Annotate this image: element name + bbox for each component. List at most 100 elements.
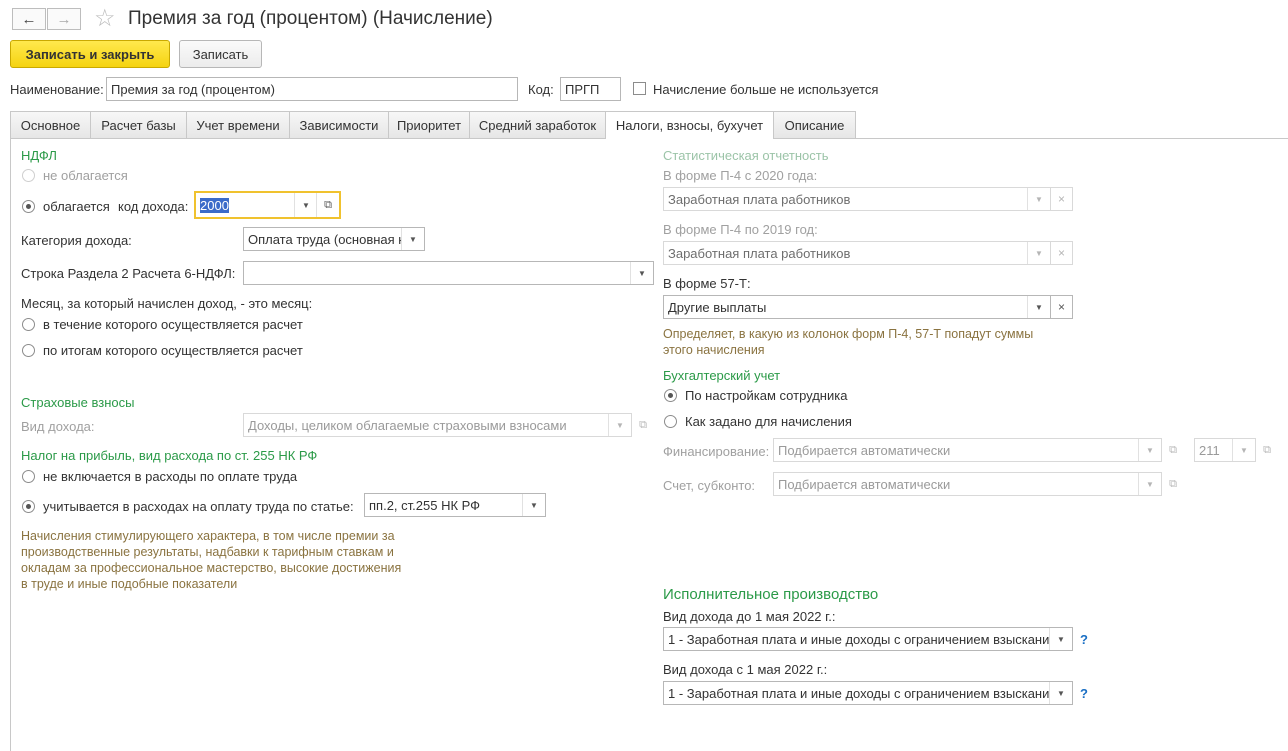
line6-select[interactable]: ▼ [243,261,654,285]
month-option2-radio[interactable] [22,344,35,357]
save-button[interactable]: Записать [179,40,262,68]
tab-base-calc[interactable]: Расчет базы [90,111,187,138]
f57-clear-button[interactable]: × [1051,295,1073,319]
ndfl-title: НДФЛ [21,148,57,163]
financing-code-select[interactable]: 211 ▼ [1194,438,1256,462]
chevron-down-icon: ▼ [1146,445,1154,455]
accounting-option2-radio[interactable] [664,415,677,428]
profit-option1-radio[interactable] [22,470,35,483]
open-icon: ⧉ [1263,443,1271,456]
line6-dropdown[interactable]: ▼ [630,262,653,284]
save-and-close-button[interactable]: Записать и закрыть [10,40,170,68]
open-icon: ⧉ [1169,443,1177,456]
financing-code-dropdown[interactable]: ▼ [1232,439,1255,461]
financing-dropdown[interactable]: ▼ [1138,439,1161,461]
ndfl-taxed-radio[interactable] [22,200,35,213]
tab-main[interactable]: Основное [10,111,91,138]
account-value: Подбирается автоматически [778,476,951,492]
category-value: Оплата труда (основная н [248,231,406,247]
article-dropdown[interactable]: ▼ [522,494,545,516]
chevron-down-icon: ▼ [1035,194,1043,204]
p4-2020-select[interactable]: Заработная плата работников ▼ [663,187,1051,211]
enforcement-after-dropdown[interactable]: ▼ [1049,682,1072,704]
month-label: Месяц, за который начислен доход, - это … [21,296,313,311]
enforcement-before-label: Вид дохода до 1 мая 2022 г.: [663,609,836,624]
enforcement-after-help-icon[interactable]: ? [1080,686,1088,701]
close-icon: × [1057,192,1065,206]
p4-2019-clear-button[interactable]: × [1051,241,1073,265]
name-label: Наименование: [10,82,104,97]
ndfl-taxed-label: облагается [43,199,110,214]
profit-option2-label: учитывается в расходах на оплату труда п… [43,499,354,514]
income-code-input[interactable]: 2000 ▼ ⧉ [194,191,341,219]
month-option1-radio[interactable] [22,318,35,331]
financing-open-button[interactable]: ⧉ [1162,438,1184,462]
tab-priority[interactable]: Приоритет [388,111,470,138]
accounting-option2-label: Как задано для начисления [685,414,852,429]
enforcement-after-value: 1 - Заработная плата и иные доходы с огр… [668,685,1053,701]
income-code-open[interactable]: ⧉ [316,193,339,217]
financing-value: Подбирается автоматически [778,442,951,458]
financing-code-open-button[interactable]: ⧉ [1256,438,1278,462]
chevron-down-icon: ▼ [409,234,417,244]
enforcement-before-help-icon[interactable]: ? [1080,632,1088,647]
tab-description[interactable]: Описание [773,111,856,138]
month-option1-label: в течение которого осуществляется расчет [43,317,303,332]
statistics-note-line: этого начисления [663,343,765,357]
tab-taxes[interactable]: Налоги, взносы, бухучет [605,111,774,139]
category-dropdown[interactable]: ▼ [401,228,424,250]
p4-2020-value: Заработная плата работников [668,191,851,207]
page-title: Премия за год (процентом) (Начисление) [128,8,493,29]
account-dropdown[interactable]: ▼ [1138,473,1161,495]
financing-select[interactable]: Подбирается автоматически ▼ [773,438,1162,462]
financing-label: Финансирование: [663,444,770,459]
tab-dependencies[interactable]: Зависимости [289,111,389,138]
p4-2019-label: В форме П-4 по 2019 год: [663,222,818,237]
code-input[interactable]: ПРГП [560,77,621,101]
f57-dropdown[interactable]: ▼ [1027,296,1050,318]
star-icon[interactable]: ☆ [94,4,116,33]
enforcement-after-select[interactable]: 1 - Заработная плата и иные доходы с огр… [663,681,1073,705]
code-label: Код: [528,82,554,97]
p4-2019-dropdown[interactable]: ▼ [1027,242,1050,264]
unused-label: Начисление больше не используется [653,82,879,97]
profit-note-line: Начисления стимулирующего характера, в т… [21,529,395,543]
profit-option2-radio[interactable] [22,500,35,513]
p4-2019-select[interactable]: Заработная плата работников ▼ [663,241,1051,265]
category-select[interactable]: Оплата труда (основная н ▼ [243,227,425,251]
close-icon: × [1057,246,1065,260]
enforcement-before-select[interactable]: 1 - Заработная плата и иные доходы с огр… [663,627,1073,651]
chevron-down-icon: ▼ [530,500,538,510]
p4-2020-dropdown[interactable]: ▼ [1027,188,1050,210]
back-button[interactable]: ← [12,8,46,30]
income-code-dropdown[interactable]: ▼ [294,193,317,217]
insurance-income-select[interactable]: Доходы, целиком облагаемые страховыми вз… [243,413,632,437]
chevron-down-icon: ▼ [1057,634,1065,644]
accounting-title: Бухгалтерский учет [663,368,781,383]
enforcement-after-label: Вид дохода с 1 мая 2022 г.: [663,662,828,677]
chevron-down-icon: ▼ [1035,302,1043,312]
income-code-label: код дохода: [118,199,189,214]
p4-2020-clear-button[interactable]: × [1051,187,1073,211]
account-input[interactable]: Подбирается автоматически ▼ [773,472,1162,496]
insurance-income-value: Доходы, целиком облагаемые страховыми вз… [248,417,567,433]
name-input[interactable]: Премия за год (процентом) [106,77,518,101]
arrow-right-icon: → [56,10,72,28]
statistics-title: Статистическая отчетность [663,148,829,163]
arrow-left-icon: ← [21,10,37,28]
unused-checkbox[interactable] [633,82,646,95]
article-select[interactable]: пп.2, ст.255 НК РФ ▼ [364,493,546,517]
f57-select[interactable]: Другие выплаты ▼ [663,295,1051,319]
ndfl-not-taxed-radio[interactable] [22,169,35,182]
forward-button[interactable]: → [47,8,81,30]
enforcement-before-dropdown[interactable]: ▼ [1049,628,1072,650]
financing-code-value: 211 [1199,442,1220,458]
accounting-option1-radio[interactable] [664,389,677,402]
tab-average-earnings[interactable]: Средний заработок [469,111,606,138]
insurance-income-dropdown[interactable]: ▼ [608,414,631,436]
close-icon: × [1057,300,1065,314]
tab-time-accounting[interactable]: Учет времени [186,111,290,138]
line6-label: Строка Раздела 2 Расчета 6-НДФЛ: [21,266,236,281]
insurance-open-button[interactable]: ⧉ [632,413,654,437]
account-open-button[interactable]: ⧉ [1162,472,1184,496]
